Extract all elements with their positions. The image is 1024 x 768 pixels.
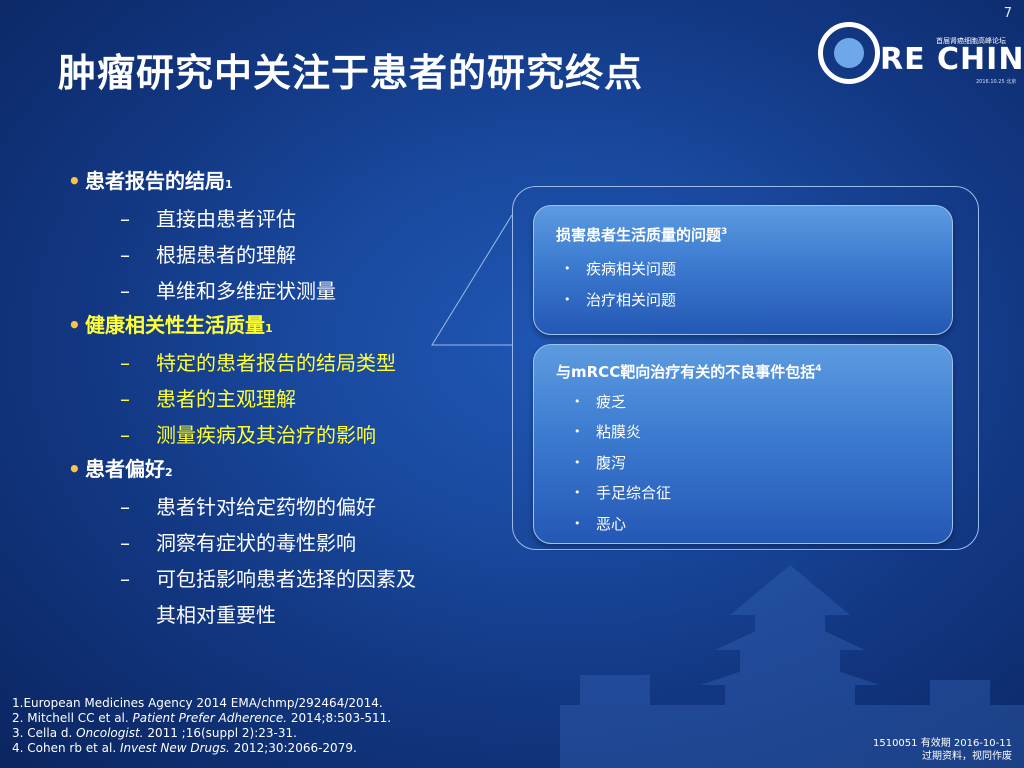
- bullet-sub-text: 洞察有症状的毒性影响: [156, 531, 356, 555]
- list-item: • 疾病相关问题: [534, 253, 952, 284]
- bullet-sub-text: 特定的患者报告的结局类型: [156, 351, 396, 375]
- bullet-dot-icon: •: [68, 457, 81, 481]
- dash-icon: –: [120, 423, 130, 447]
- list-item-text: 疾病相关问题: [586, 260, 677, 278]
- document-code: 1510051 有效期 2016-10-11 过期资料，视同作废: [873, 737, 1012, 763]
- logo-kidney-icon: [834, 38, 864, 68]
- bullet-heading-text: 患者偏好: [85, 457, 165, 481]
- qol-issues-heading-text: 损害患者生活质量的问题: [556, 226, 722, 244]
- bullet-heading-sup: 2: [165, 466, 173, 479]
- list-item: • 治疗相关问题: [534, 284, 952, 315]
- bullet-sub-text: 测量疾病及其治疗的影响: [156, 423, 376, 447]
- bullet-sub-item: – 测量疾病及其治疗的影响: [68, 417, 488, 453]
- bullet-dot-icon: •: [68, 169, 81, 193]
- adverse-events-heading: 与mRCC靶向治疗有关的不良事件包括4: [534, 345, 952, 382]
- logo-date: 2016.10.25 北京: [976, 79, 1017, 85]
- reference-4: 4. Cohen rb et al. Invest New Drugs. 201…: [12, 741, 357, 755]
- document-expiry-note: 过期资料，视同作废: [922, 751, 1012, 762]
- bullet-sub-item: – 洞察有症状的毒性影响: [68, 525, 488, 561]
- list-item-text: 恶心: [596, 514, 627, 533]
- bullet-sub-text: 单维和多维症状测量: [156, 279, 336, 303]
- page-title: 肿瘤研究中关注于患者的研究终点: [58, 51, 644, 95]
- dash-icon: –: [120, 351, 130, 375]
- bullet-dot-icon: •: [574, 486, 581, 500]
- dash-icon: –: [120, 207, 130, 231]
- list-item: • 疲乏: [534, 386, 952, 417]
- bullet-dot-icon: •: [564, 293, 571, 306]
- logo-cn-subtitle: 首届肾癌细胞高峰论坛: [936, 37, 1006, 45]
- bullet-sub-text: 患者的主观理解: [156, 387, 296, 411]
- bullet-sub-text: 直接由患者评估: [156, 207, 296, 231]
- bullet-sub-item: – 可包括影响患者选择的因素及: [68, 561, 488, 597]
- bullet-heading-text: 健康相关性生活质量: [85, 313, 265, 337]
- dash-icon: –: [120, 495, 130, 519]
- adverse-events-box: 与mRCC靶向治疗有关的不良事件包括4 • 疲乏 • 粘膜炎 • 腹泻 • 手足综合征 …: [533, 344, 953, 544]
- list-item: • 粘膜炎: [534, 417, 952, 448]
- bullet-sub-text: 可包括影响患者选择的因素及: [156, 567, 416, 591]
- bullet-sub-item: – 根据患者的理解: [68, 237, 488, 273]
- adverse-events-list: • 疲乏 • 粘膜炎 • 腹泻 • 手足综合征 • 恶心: [534, 386, 952, 539]
- bullet-dot-icon: •: [574, 394, 581, 408]
- dash-icon: –: [120, 567, 130, 591]
- bullet-dot-icon: •: [574, 425, 581, 439]
- bullet-sub-text: 其相对重要性: [156, 603, 276, 627]
- bullet-heading-sup: 1: [225, 178, 233, 191]
- bullet-sub-text: 患者针对给定药物的偏好: [156, 495, 376, 519]
- list-item: • 恶心: [534, 508, 952, 539]
- bullet-heading-hrqol: • 健康相关性生活质量 1: [68, 309, 488, 345]
- core-china-logo: RE CHINA 首届肾癌细胞高峰论坛 2016.10.25 北京: [808, 12, 1024, 97]
- adverse-events-heading-sup: 4: [815, 364, 822, 374]
- list-item-text: 疲乏: [596, 392, 627, 411]
- list-item-text: 腹泻: [596, 453, 627, 472]
- bullet-heading-sup: 1: [265, 322, 273, 335]
- list-item-text: 粘膜炎: [596, 423, 642, 442]
- qol-issues-list: • 疾病相关问题 • 治疗相关问题: [534, 253, 952, 315]
- bullet-dot-icon: •: [574, 455, 581, 469]
- bullet-sub-item: – 直接由患者评估: [68, 201, 488, 237]
- qol-issues-box: 损害患者生活质量的问题3 • 疾病相关问题 • 治疗相关问题: [533, 205, 953, 335]
- bullet-dot-icon: •: [564, 262, 571, 275]
- qol-issues-heading-sup: 3: [721, 227, 728, 237]
- bullet-sub-item: – 患者的主观理解: [68, 381, 488, 417]
- bullet-sub-text: 根据患者的理解: [156, 243, 296, 267]
- list-item-text: 治疗相关问题: [586, 291, 677, 309]
- dash-icon: –: [120, 279, 130, 303]
- reference-3: 3. Cella d. Oncologist. 2011 ;16(suppl 2…: [12, 726, 297, 740]
- bullet-heading-pro: • 患者报告的结局 1: [68, 165, 488, 201]
- reference-2: 2. Mitchell CC et al. Patient Prefer Adh…: [12, 711, 392, 725]
- bullet-list: • 患者报告的结局 1 – 直接由患者评估 – 根据患者的理解 – 单维和多维症状测量 …: [68, 165, 488, 629]
- dash-icon: –: [120, 243, 130, 267]
- adverse-events-heading-text: 与mRCC靶向治疗有关的不良事件包括: [556, 363, 816, 381]
- document-validity: 1510051 有效期 2016-10-11: [872, 738, 1012, 749]
- references: 1.European Medicines Agency 2014 EMA/chm…: [12, 696, 391, 756]
- dash-icon: –: [120, 531, 130, 555]
- bullet-dot-icon: •: [574, 516, 581, 530]
- list-item-text: 手足综合征: [596, 484, 672, 503]
- bullet-sub-item: – 患者针对给定药物的偏好: [68, 489, 488, 525]
- list-item: • 腹泻: [534, 447, 952, 478]
- bullet-sub-item: – 特定的患者报告的结局类型: [68, 345, 488, 381]
- bullet-dot-icon: •: [68, 313, 81, 337]
- bullet-heading-preference: • 患者偏好 2: [68, 453, 488, 489]
- dash-icon: –: [120, 387, 130, 411]
- reference-1: 1.European Medicines Agency 2014 EMA/chm…: [12, 696, 383, 710]
- bullet-heading-text: 患者报告的结局: [85, 169, 225, 193]
- bullet-sub-item-continued: 其相对重要性: [68, 597, 488, 629]
- qol-issues-heading: 损害患者生活质量的问题3: [534, 206, 952, 245]
- list-item: • 手足综合征: [534, 478, 952, 509]
- bullet-sub-item: – 单维和多维症状测量: [68, 273, 488, 309]
- logo-wordmark: RE CHINA: [880, 42, 1024, 77]
- slide: 7 肿瘤研究中关注于患者的研究终点 RE CHINA 首届肾癌细胞高峰论坛 20…: [0, 0, 1024, 768]
